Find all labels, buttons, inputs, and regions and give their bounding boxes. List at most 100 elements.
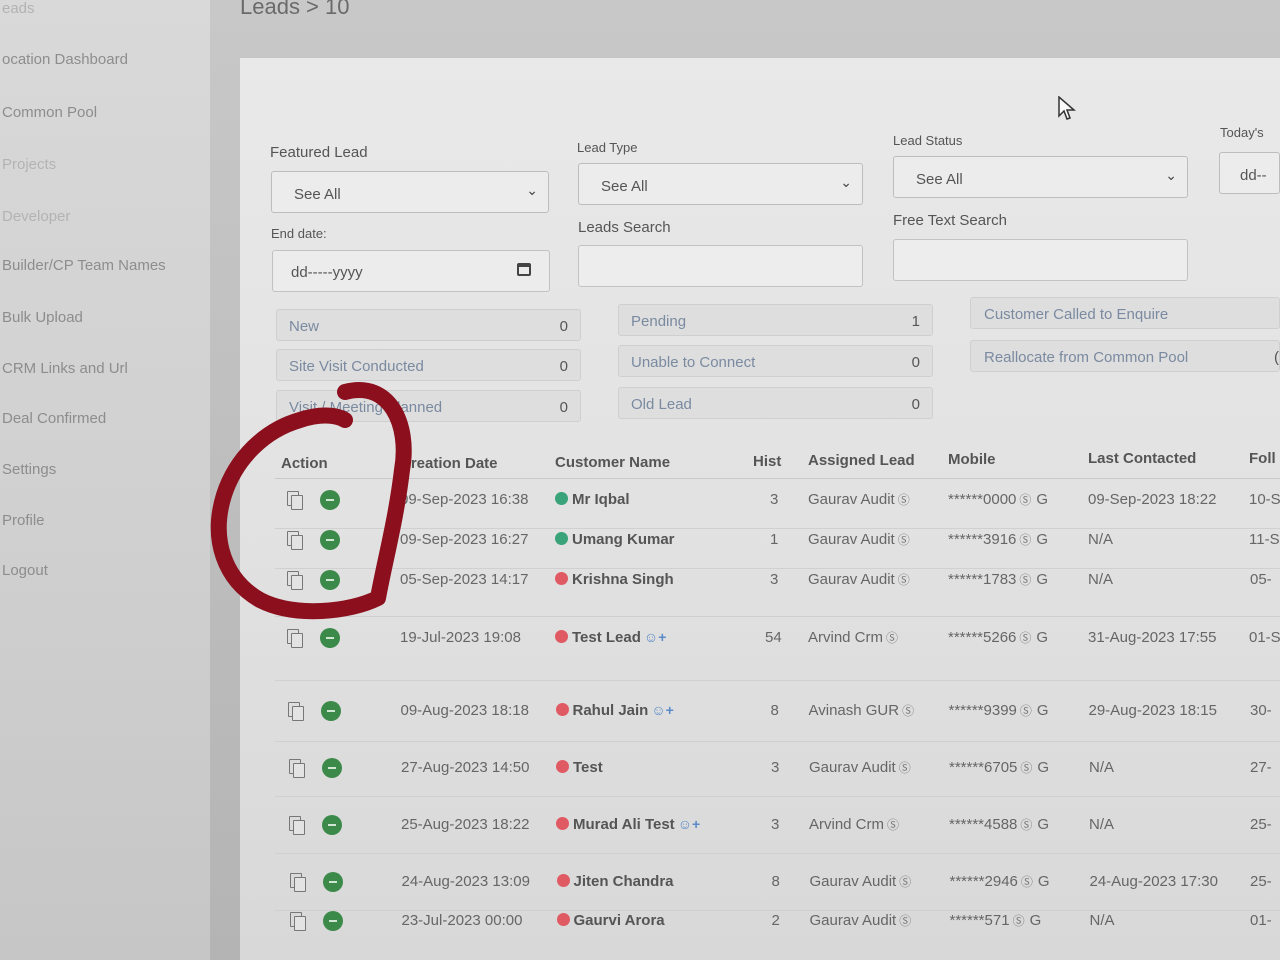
open-lead-button[interactable] xyxy=(322,815,342,835)
row-hist[interactable]: 8 xyxy=(771,702,779,719)
whatsapp-icon[interactable]: Ⓢ xyxy=(899,761,911,775)
sidebar-item-developer[interactable]: Developer xyxy=(2,208,70,225)
copy-icon[interactable] xyxy=(289,816,305,835)
open-lead-button[interactable] xyxy=(320,628,340,648)
status-visit-meeting-planned[interactable]: Visit / Meeting Planned 0 xyxy=(276,390,581,422)
row-customer-name[interactable]: Krishna Singh xyxy=(555,571,674,588)
status-reallocate-common-pool[interactable]: Reallocate from Common Pool ( xyxy=(970,340,1280,372)
row-hist[interactable]: 54 xyxy=(765,629,782,646)
sidebar-item-leads[interactable]: eads xyxy=(2,0,35,17)
sidebar-item-bulk-upload[interactable]: Bulk Upload xyxy=(2,309,83,326)
row-hist[interactable]: 8 xyxy=(772,873,780,890)
open-lead-button[interactable] xyxy=(320,530,340,550)
google-icon[interactable]: G xyxy=(1036,629,1048,646)
row-customer-name[interactable]: Umang Kumar xyxy=(555,531,675,548)
row-customer-name[interactable]: Mr Iqbal xyxy=(555,491,630,508)
column-last-contacted[interactable]: Last Contacted xyxy=(1088,450,1196,467)
row-hist[interactable]: 3 xyxy=(771,759,779,776)
sidebar-item-builder-cp-team-names[interactable]: Builder/CP Team Names xyxy=(2,257,166,274)
column-mobile[interactable]: Mobile xyxy=(948,451,996,468)
whatsapp-icon[interactable]: Ⓢ xyxy=(1020,818,1032,832)
whatsapp-icon[interactable]: Ⓢ xyxy=(1019,631,1031,645)
open-lead-button[interactable] xyxy=(323,872,343,892)
row-hist[interactable]: 3 xyxy=(771,816,779,833)
lead-type-select[interactable]: See All ⌄ xyxy=(578,163,863,205)
google-icon[interactable]: G xyxy=(1037,816,1049,833)
google-icon[interactable]: G xyxy=(1030,912,1042,929)
whatsapp-icon[interactable]: Ⓢ xyxy=(1019,533,1031,547)
whatsapp-icon[interactable]: Ⓢ xyxy=(898,533,910,547)
sidebar-item-projects[interactable]: Projects xyxy=(2,156,56,173)
column-customer-name[interactable]: Customer Name xyxy=(555,454,670,471)
status-site-visit-conducted[interactable]: Site Visit Conducted 0 xyxy=(276,349,581,381)
copy-icon[interactable] xyxy=(287,491,303,510)
google-icon[interactable]: G xyxy=(1037,759,1049,776)
whatsapp-icon[interactable]: Ⓢ xyxy=(902,704,914,718)
open-lead-button[interactable] xyxy=(320,570,340,590)
column-assigned-lead[interactable]: Assigned Lead xyxy=(808,452,915,469)
copy-icon[interactable] xyxy=(287,571,303,590)
google-icon[interactable]: G xyxy=(1037,702,1049,719)
column-creation-date[interactable]: Creation Date xyxy=(400,455,498,472)
featured-lead-select[interactable]: See All ⌄ xyxy=(271,171,549,213)
add-person-icon[interactable]: ☺+ xyxy=(678,816,700,832)
todays-date-input[interactable]: dd-- xyxy=(1219,152,1280,194)
end-date-input[interactable]: dd-----yyyy xyxy=(272,250,550,292)
row-customer-name[interactable]: Murad Ali Test ☺+ xyxy=(556,816,700,833)
row-hist[interactable]: 1 xyxy=(770,531,778,548)
google-icon[interactable]: G xyxy=(1036,571,1048,588)
whatsapp-icon[interactable]: Ⓢ xyxy=(1020,704,1032,718)
status-pending[interactable]: Pending 1 xyxy=(618,304,933,336)
status-old-lead[interactable]: Old Lead 0 xyxy=(618,387,933,419)
whatsapp-icon[interactable]: Ⓢ xyxy=(887,818,899,832)
whatsapp-icon[interactable]: Ⓢ xyxy=(1020,761,1032,775)
whatsapp-icon[interactable]: Ⓢ xyxy=(1013,914,1025,928)
column-action[interactable]: Action xyxy=(281,455,328,472)
whatsapp-icon[interactable]: Ⓢ xyxy=(1021,875,1033,889)
open-lead-button[interactable] xyxy=(322,758,342,778)
sidebar-item-deal-confirmed[interactable]: Deal Confirmed xyxy=(2,410,106,427)
calendar-icon[interactable] xyxy=(517,263,531,276)
copy-icon[interactable] xyxy=(287,531,303,550)
add-person-icon[interactable]: ☺+ xyxy=(644,629,666,645)
row-hist[interactable]: 3 xyxy=(770,571,778,588)
lead-status-select[interactable]: See All ⌄ xyxy=(893,156,1188,198)
row-customer-name[interactable]: Jiten Chandra xyxy=(556,873,674,890)
row-customer-name[interactable]: Test Lead ☺+ xyxy=(555,629,666,646)
whatsapp-icon[interactable]: Ⓢ xyxy=(1019,573,1031,587)
sidebar-item-common-pool[interactable]: Common Pool xyxy=(2,104,97,121)
whatsapp-icon[interactable]: Ⓢ xyxy=(899,914,911,928)
sidebar-item-crm-links[interactable]: CRM Links and Url xyxy=(2,360,128,377)
free-text-search-input[interactable] xyxy=(893,239,1188,281)
column-hist[interactable]: Hist xyxy=(753,453,781,470)
google-icon[interactable]: G xyxy=(1036,491,1048,508)
status-customer-called[interactable]: Customer Called to Enquire xyxy=(970,297,1280,329)
copy-icon[interactable] xyxy=(289,759,305,778)
copy-icon[interactable] xyxy=(287,629,303,648)
sidebar-item-location-dashboard[interactable]: ocation Dashboard xyxy=(2,51,128,68)
whatsapp-icon[interactable]: Ⓢ xyxy=(899,875,911,889)
leads-search-input[interactable] xyxy=(578,245,863,287)
row-customer-name[interactable]: Test xyxy=(556,759,603,776)
google-icon[interactable]: G xyxy=(1036,531,1048,548)
copy-icon[interactable] xyxy=(288,702,304,721)
whatsapp-icon[interactable]: Ⓢ xyxy=(886,631,898,645)
row-hist[interactable]: 3 xyxy=(770,491,778,508)
open-lead-button[interactable] xyxy=(323,911,343,931)
open-lead-button[interactable] xyxy=(320,490,340,510)
whatsapp-icon[interactable]: Ⓢ xyxy=(898,573,910,587)
row-hist[interactable]: 2 xyxy=(772,912,780,929)
column-follow-up[interactable]: Foll xyxy=(1249,450,1276,467)
copy-icon[interactable] xyxy=(290,873,306,892)
add-person-icon[interactable]: ☺+ xyxy=(651,702,673,718)
status-unable-to-connect[interactable]: Unable to Connect 0 xyxy=(618,345,933,377)
copy-icon[interactable] xyxy=(290,912,306,931)
sidebar-item-profile[interactable]: Profile xyxy=(2,512,45,529)
whatsapp-icon[interactable]: Ⓢ xyxy=(898,493,910,507)
row-customer-name[interactable]: Gaurvi Arora xyxy=(556,912,665,929)
open-lead-button[interactable] xyxy=(321,701,341,721)
google-icon[interactable]: G xyxy=(1038,873,1050,890)
row-customer-name[interactable]: Rahul Jain ☺+ xyxy=(555,702,674,719)
whatsapp-icon[interactable]: Ⓢ xyxy=(1019,493,1031,507)
sidebar-item-settings[interactable]: Settings xyxy=(2,461,56,478)
